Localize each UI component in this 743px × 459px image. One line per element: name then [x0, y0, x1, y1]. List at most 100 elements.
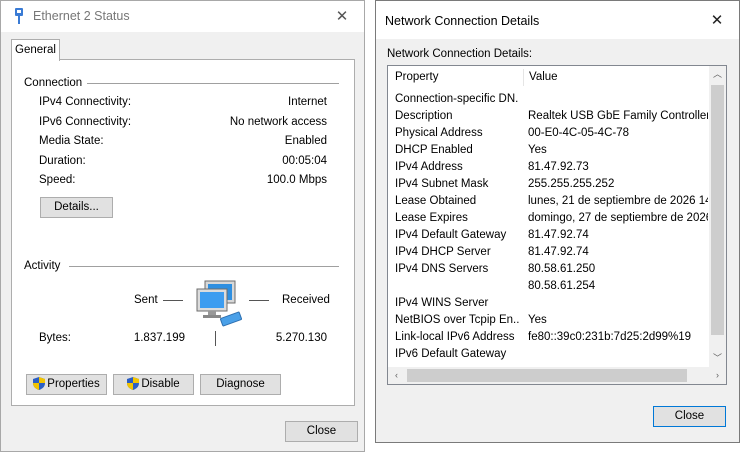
- value-cell: 81.47.92.74: [528, 246, 589, 258]
- received-line: [249, 300, 269, 301]
- property-cell: Physical Address: [395, 127, 483, 139]
- property-cell: IPv4 DHCP Server: [395, 246, 491, 258]
- list-item[interactable]: Link-local IPv6 Address fe80::39c0:231b:7…: [388, 329, 708, 346]
- list-item[interactable]: 80.58.61.254: [388, 278, 708, 295]
- list-item[interactable]: IPv4 Subnet Mask 255.255.255.252: [388, 176, 708, 193]
- activity-separator: [215, 331, 216, 346]
- value-cell: 81.47.92.73: [528, 161, 589, 173]
- value-cell: 81.47.92.74: [528, 229, 589, 241]
- details-group-label: Network Connection Details:: [387, 48, 533, 60]
- property-cell: IPv4 Subnet Mask: [395, 178, 489, 190]
- list-item[interactable]: Lease Obtained lunes, 21 de septiembre de…: [388, 193, 708, 210]
- property-cell: Link-local IPv6 Address: [395, 331, 515, 343]
- details-close-button[interactable]: Close: [653, 406, 726, 427]
- property-cell: Connection-specific DN...: [395, 93, 519, 105]
- scroll-up-icon[interactable]: ︿: [709, 66, 726, 83]
- tab-general[interactable]: General: [11, 39, 60, 61]
- media-state-label: Media State:: [39, 135, 104, 147]
- horizontal-scroll-thumb[interactable]: [407, 369, 687, 382]
- close-icon[interactable]: ✕: [695, 5, 739, 36]
- sent-line: [163, 300, 183, 301]
- ipv4-connectivity-label: IPv4 Connectivity:: [39, 96, 132, 108]
- details-listview[interactable]: Property Value Connection-specific DN...…: [387, 65, 727, 385]
- disable-button[interactable]: Disable: [113, 374, 194, 395]
- property-cell: Lease Obtained: [395, 195, 477, 207]
- list-item[interactable]: Connection-specific DN...: [388, 91, 708, 108]
- list-item[interactable]: IPv4 DHCP Server 81.47.92.74: [388, 244, 708, 261]
- list-item[interactable]: IPv6 Default Gateway: [388, 346, 708, 363]
- property-cell: DHCP Enabled: [395, 144, 473, 156]
- list-item[interactable]: IPv4 DNS Servers 80.58.61.250: [388, 261, 708, 278]
- scroll-left-icon[interactable]: ‹: [388, 367, 405, 384]
- ipv4-connectivity-value: Internet: [288, 96, 327, 108]
- value-cell: Yes: [528, 144, 547, 156]
- status-close-button[interactable]: Close: [285, 421, 358, 442]
- column-header-separator[interactable]: [523, 69, 524, 86]
- value-cell: 80.58.61.250: [528, 263, 596, 275]
- property-cell: IPv4 WINS Server: [395, 297, 489, 309]
- list-item[interactable]: IPv4 WINS Server: [388, 295, 708, 312]
- property-cell: IPv6 Default Gateway: [395, 348, 507, 360]
- column-header-property[interactable]: Property: [395, 66, 438, 88]
- list-item[interactable]: DHCP Enabled Yes: [388, 142, 708, 159]
- activity-heading: Activity: [24, 260, 61, 272]
- scroll-down-icon[interactable]: ﹀: [709, 350, 726, 367]
- ethernet-icon: [15, 8, 23, 24]
- connection-heading: Connection: [24, 77, 83, 89]
- disable-button-label: Disable: [141, 378, 180, 390]
- value-cell: Realtek USB GbE Family Controller: [528, 110, 708, 122]
- list-item[interactable]: Physical Address 00-E0-4C-05-4C-78: [388, 125, 708, 142]
- network-computers-icon: [196, 280, 242, 327]
- value-cell: fe80::39c0:231b:7d25:2d99%19: [528, 331, 692, 343]
- ipv6-connectivity-label: IPv6 Connectivity:: [39, 116, 132, 128]
- speed-value: 100.0 Mbps: [266, 174, 327, 186]
- value-cell: 80.58.61.254: [528, 280, 596, 292]
- list-item[interactable]: Description Realtek USB GbE Family Contro…: [388, 108, 708, 125]
- value-cell: Yes: [528, 314, 547, 326]
- value-cell: 255.255.255.252: [528, 178, 615, 190]
- bytes-label: Bytes:: [39, 332, 71, 344]
- bytes-sent-value: 1.837.199: [133, 332, 185, 344]
- details-titlebar: Network Connection Details ✕: [376, 1, 739, 39]
- scroll-right-icon[interactable]: ›: [709, 367, 726, 384]
- close-icon[interactable]: ✕: [320, 1, 364, 32]
- value-cell: lunes, 21 de septiembre de 2026 14:3: [528, 195, 708, 207]
- value-cell: 00-E0-4C-05-4C-78: [528, 127, 629, 139]
- list-item[interactable]: NetBIOS over Tcpip En... Yes: [388, 312, 708, 329]
- status-window-title: Ethernet 2 Status: [33, 9, 130, 23]
- horizontal-scrollbar[interactable]: ‹ ›: [388, 367, 726, 384]
- general-panel: [11, 59, 355, 406]
- list-item[interactable]: Lease Expires domingo, 27 de septiembre d…: [388, 210, 708, 227]
- activity-divider: [69, 266, 339, 267]
- list-item[interactable]: IPv4 Address 81.47.92.73: [388, 159, 708, 176]
- properties-button-label: Properties: [47, 378, 100, 390]
- duration-label: Duration:: [39, 155, 86, 167]
- list-item[interactable]: IPv4 Default Gateway 81.47.92.74: [388, 227, 708, 244]
- connection-divider: [87, 83, 339, 84]
- shield-icon: [127, 377, 140, 390]
- ipv6-connectivity-value: No network access: [229, 116, 327, 128]
- vertical-scroll-thumb[interactable]: [711, 85, 724, 335]
- status-titlebar: Ethernet 2 Status ✕: [1, 1, 364, 32]
- property-cell: Lease Expires: [395, 212, 468, 224]
- value-cell: domingo, 27 de septiembre de 2026 1: [528, 212, 708, 224]
- details-window-title: Network Connection Details: [385, 14, 540, 28]
- properties-button[interactable]: Properties: [26, 374, 107, 395]
- duration-value: 00:05:04: [282, 155, 327, 167]
- property-cell: IPv4 DNS Servers: [395, 263, 489, 275]
- speed-label: Speed:: [39, 174, 76, 186]
- media-state-value: Enabled: [284, 135, 327, 147]
- shield-icon: [33, 377, 46, 390]
- received-label: Received: [282, 294, 330, 306]
- bytes-received-value: 5.270.130: [275, 332, 327, 344]
- sent-label: Sent: [134, 294, 158, 306]
- property-cell: Description: [395, 110, 453, 122]
- property-cell: IPv4 Default Gateway: [395, 229, 507, 241]
- ethernet-status-window: Ethernet 2 Status ✕ General Connection I…: [0, 0, 365, 452]
- property-cell: IPv4 Address: [395, 161, 463, 173]
- property-cell: NetBIOS over Tcpip En...: [395, 314, 519, 326]
- details-button[interactable]: Details...: [40, 197, 113, 218]
- column-header-value[interactable]: Value: [529, 66, 558, 88]
- vertical-scrollbar[interactable]: ︿ ﹀: [709, 66, 726, 367]
- diagnose-button[interactable]: Diagnose: [200, 374, 281, 395]
